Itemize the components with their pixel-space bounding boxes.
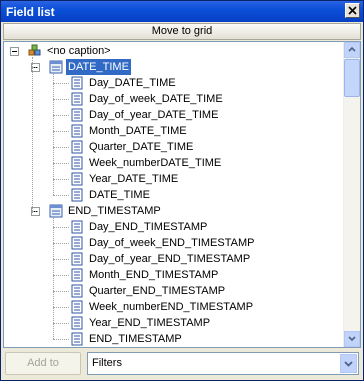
tree-node-label: Month_DATE_TIME: [89, 125, 187, 137]
vertical-scrollbar[interactable]: [343, 42, 360, 347]
tree-connector: [53, 339, 69, 340]
field-icon: [71, 284, 83, 298]
tree-connector: [32, 57, 33, 213]
tree-node-label: DATE_TIME: [89, 189, 150, 201]
add-to-label: Add to: [27, 357, 59, 369]
field-list-window: Field list Move to grid <no caption> DATE…: [0, 0, 364, 381]
tree-node-label: Quarter_END_TIMESTAMP: [89, 285, 226, 297]
title-bar[interactable]: Field list: [1, 1, 363, 22]
collapse-icon[interactable]: [10, 47, 19, 56]
tree-connector: [53, 195, 69, 196]
tree-node-label: Day_DATE_TIME: [89, 77, 176, 89]
tree-node-label: Day_of_week_END_TIMESTAMP: [89, 237, 255, 249]
tree-connector: [53, 131, 69, 132]
tree-node-label: Quarter_DATE_TIME: [89, 141, 194, 153]
tree-connector: [53, 307, 69, 308]
window-title: Field list: [6, 5, 55, 19]
scroll-down-button[interactable]: [344, 331, 360, 347]
field-icon: [71, 268, 83, 282]
tree-connector: [53, 163, 69, 164]
field-icon: [71, 332, 83, 346]
field-icon: [71, 172, 83, 186]
tree-node-label: Day_of_week_DATE_TIME: [89, 93, 223, 105]
tree-connector: [53, 83, 69, 84]
tree-connector: [53, 99, 69, 100]
move-to-grid-button[interactable]: Move to grid: [3, 23, 361, 40]
move-to-grid-label: Move to grid: [151, 25, 213, 37]
dropdown-button[interactable]: [340, 354, 357, 373]
tree-node-label: Week_numberDATE_TIME: [89, 157, 222, 169]
tree-node-label: END_TIMESTAMP: [89, 333, 182, 345]
tree-node-label: DATE_TIME: [66, 59, 131, 75]
target-area-select[interactable]: Filters: [87, 352, 359, 375]
cube-icon: [28, 44, 41, 56]
tree-connector: [53, 259, 69, 260]
tree-connector: [53, 323, 69, 324]
tree-connector: [32, 67, 40, 68]
scroll-thumb[interactable]: [344, 59, 360, 97]
field-icon: [71, 252, 83, 266]
close-icon: [348, 6, 357, 15]
tree-node-label: Week_numberEND_TIMESTAMP: [89, 301, 254, 313]
tree-node-label: Month_END_TIMESTAMP: [89, 269, 219, 281]
arrow-down-icon: [348, 336, 356, 342]
scroll-up-button[interactable]: [344, 42, 360, 58]
field-tree-pane[interactable]: <no caption> DATE_TIME Day_DATE_TIME Day_of…: [3, 41, 361, 348]
tree-connector: [53, 147, 69, 148]
dimension-icon: [49, 60, 63, 74]
tree-connector: [32, 211, 40, 212]
tree-connector: [53, 73, 54, 195]
tree-node-label: Day_of_year_END_TIMESTAMP: [89, 253, 251, 265]
tree-connector: [53, 275, 69, 276]
chevron-down-icon: [344, 361, 353, 367]
target-area-value: Filters: [92, 357, 122, 369]
bottom-bar: Add to Filters: [3, 350, 361, 378]
add-to-button[interactable]: Add to: [5, 352, 81, 375]
tree-connector: [53, 243, 69, 244]
tree-node-label: Year_END_TIMESTAMP: [89, 317, 211, 329]
field-tree: <no caption> DATE_TIME Day_DATE_TIME Day_of…: [4, 42, 344, 347]
field-icon: [71, 92, 83, 106]
arrow-up-icon: [348, 46, 356, 52]
tree-node-label: Day_END_TIMESTAMP: [89, 221, 208, 233]
tree-node-label: Year_DATE_TIME: [89, 173, 179, 185]
tree-connector: [53, 217, 54, 339]
tree-connector: [53, 291, 69, 292]
field-icon: [71, 300, 83, 314]
tree-connector: [53, 115, 69, 116]
field-icon: [71, 156, 83, 170]
dimension-icon: [49, 204, 63, 218]
field-icon: [71, 124, 83, 138]
tree-connector: [53, 227, 69, 228]
tree-node-label: Day_of_year_DATE_TIME: [89, 109, 219, 121]
field-icon: [71, 76, 83, 90]
field-icon: [71, 220, 83, 234]
tree-node-label: END_TIMESTAMP: [68, 205, 161, 217]
tree-node-label: <no caption>: [47, 45, 111, 57]
field-icon: [71, 236, 83, 250]
tree-connector: [53, 179, 69, 180]
close-button[interactable]: [345, 3, 360, 18]
field-icon: [71, 140, 83, 154]
field-icon: [71, 108, 83, 122]
field-icon: [71, 316, 83, 330]
field-icon: [71, 188, 83, 202]
